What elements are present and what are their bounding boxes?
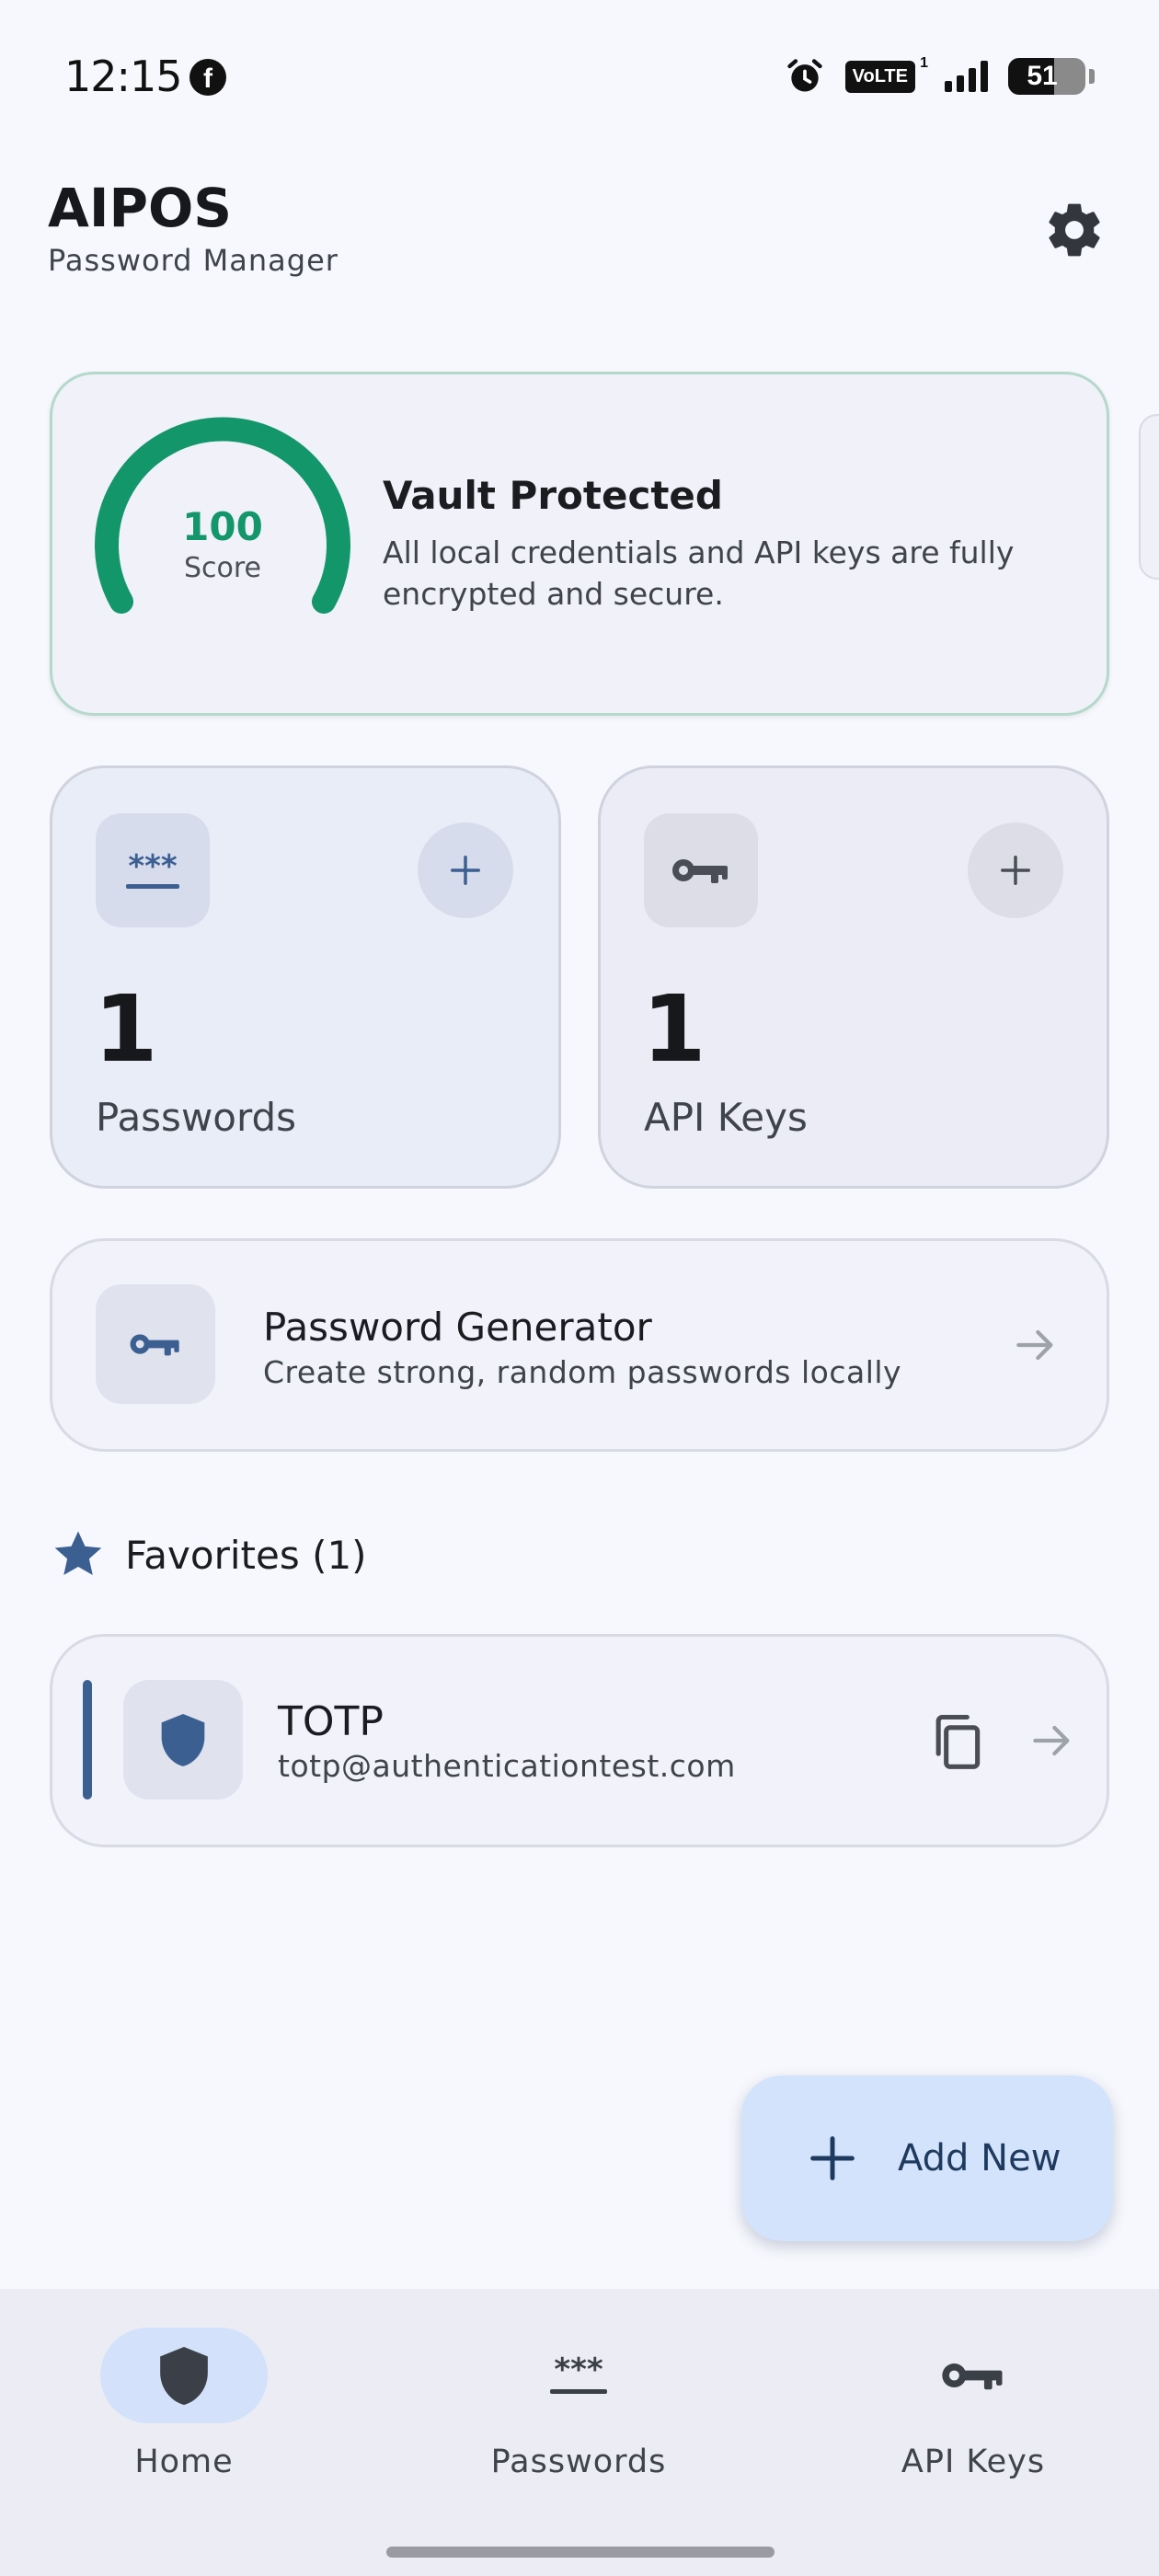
password-icon: *** [96,813,210,927]
status-time: 12:15 [64,52,183,101]
gear-icon [1049,203,1100,257]
api-keys-count: 1 [642,975,706,1083]
alarm-icon [786,59,822,92]
password-icon: *** [550,2352,607,2394]
volte-sim: 1 [920,54,928,71]
vault-status-title: Vault Protected [383,473,723,518]
add-new-button[interactable]: Add New [741,2076,1113,2241]
nav-label-passwords: Passwords [490,2444,667,2480]
nav-item-api-keys[interactable]: API Keys [835,2328,1111,2512]
plus-icon [1001,856,1030,885]
battery-icon: 51 [1008,58,1085,95]
shield-icon [160,2347,208,2406]
add-new-label: Add New [898,2137,1061,2179]
volte-label: VoLTE [852,65,908,86]
add-api-key-button[interactable] [968,822,1063,918]
volte-badge: VoLTE 1 [844,55,928,93]
app-title: AIPOS [48,177,233,239]
vault-status-description: All local credentials and API keys are f… [383,535,1015,612]
star-icon [54,1531,102,1575]
copy-icon[interactable] [925,1709,988,1772]
nav-label-home: Home [134,2444,234,2480]
svg-text:***: *** [554,2352,603,2388]
battery-level: 51 [1027,61,1058,91]
nav-item-passwords[interactable]: *** Passwords [441,2328,717,2512]
favorites-title: Favorites (1) [125,1533,367,1578]
plus-icon [451,856,480,885]
passwords-count: 1 [94,975,158,1083]
nav-pill-api-keys [889,2328,1057,2423]
key-icon [96,1284,215,1404]
api-keys-label: API Keys [644,1095,808,1140]
favorite-email: totp@authenticationtest.com [278,1748,736,1784]
svg-text:***: *** [128,848,178,885]
settings-button[interactable] [1038,193,1111,267]
security-score-label: Score [183,552,262,584]
edge-panel-handle[interactable] [1139,414,1159,580]
key-icon [644,813,758,927]
shield-icon [123,1680,243,1800]
battery-nub [1089,69,1095,84]
add-password-button[interactable] [418,822,513,918]
signal-icon [945,61,988,92]
favorite-name: TOTP [278,1698,384,1745]
app-subtitle: Password Manager [48,243,339,278]
favorite-accent-bar [83,1680,92,1800]
security-score: 100 [182,504,263,549]
nav-label-api-keys: API Keys [901,2444,1046,2480]
password-generator-subtitle: Create strong, random passwords locally [263,1354,902,1390]
passwords-label: Passwords [96,1095,297,1140]
facebook-icon: f [189,59,226,96]
nav-pill-passwords: *** [495,2328,662,2423]
key-icon [942,2363,1003,2390]
nav-pill-home [100,2328,268,2423]
home-indicator[interactable] [386,2547,775,2558]
plus-icon [810,2136,855,2180]
password-generator-title: Password Generator [263,1305,652,1350]
status-icons: VoLTE 1 51 [785,53,1095,99]
arrow-right-icon [1016,1329,1053,1361]
arrow-right-icon [1033,1725,1070,1756]
nav-item-home[interactable]: Home [46,2328,322,2512]
